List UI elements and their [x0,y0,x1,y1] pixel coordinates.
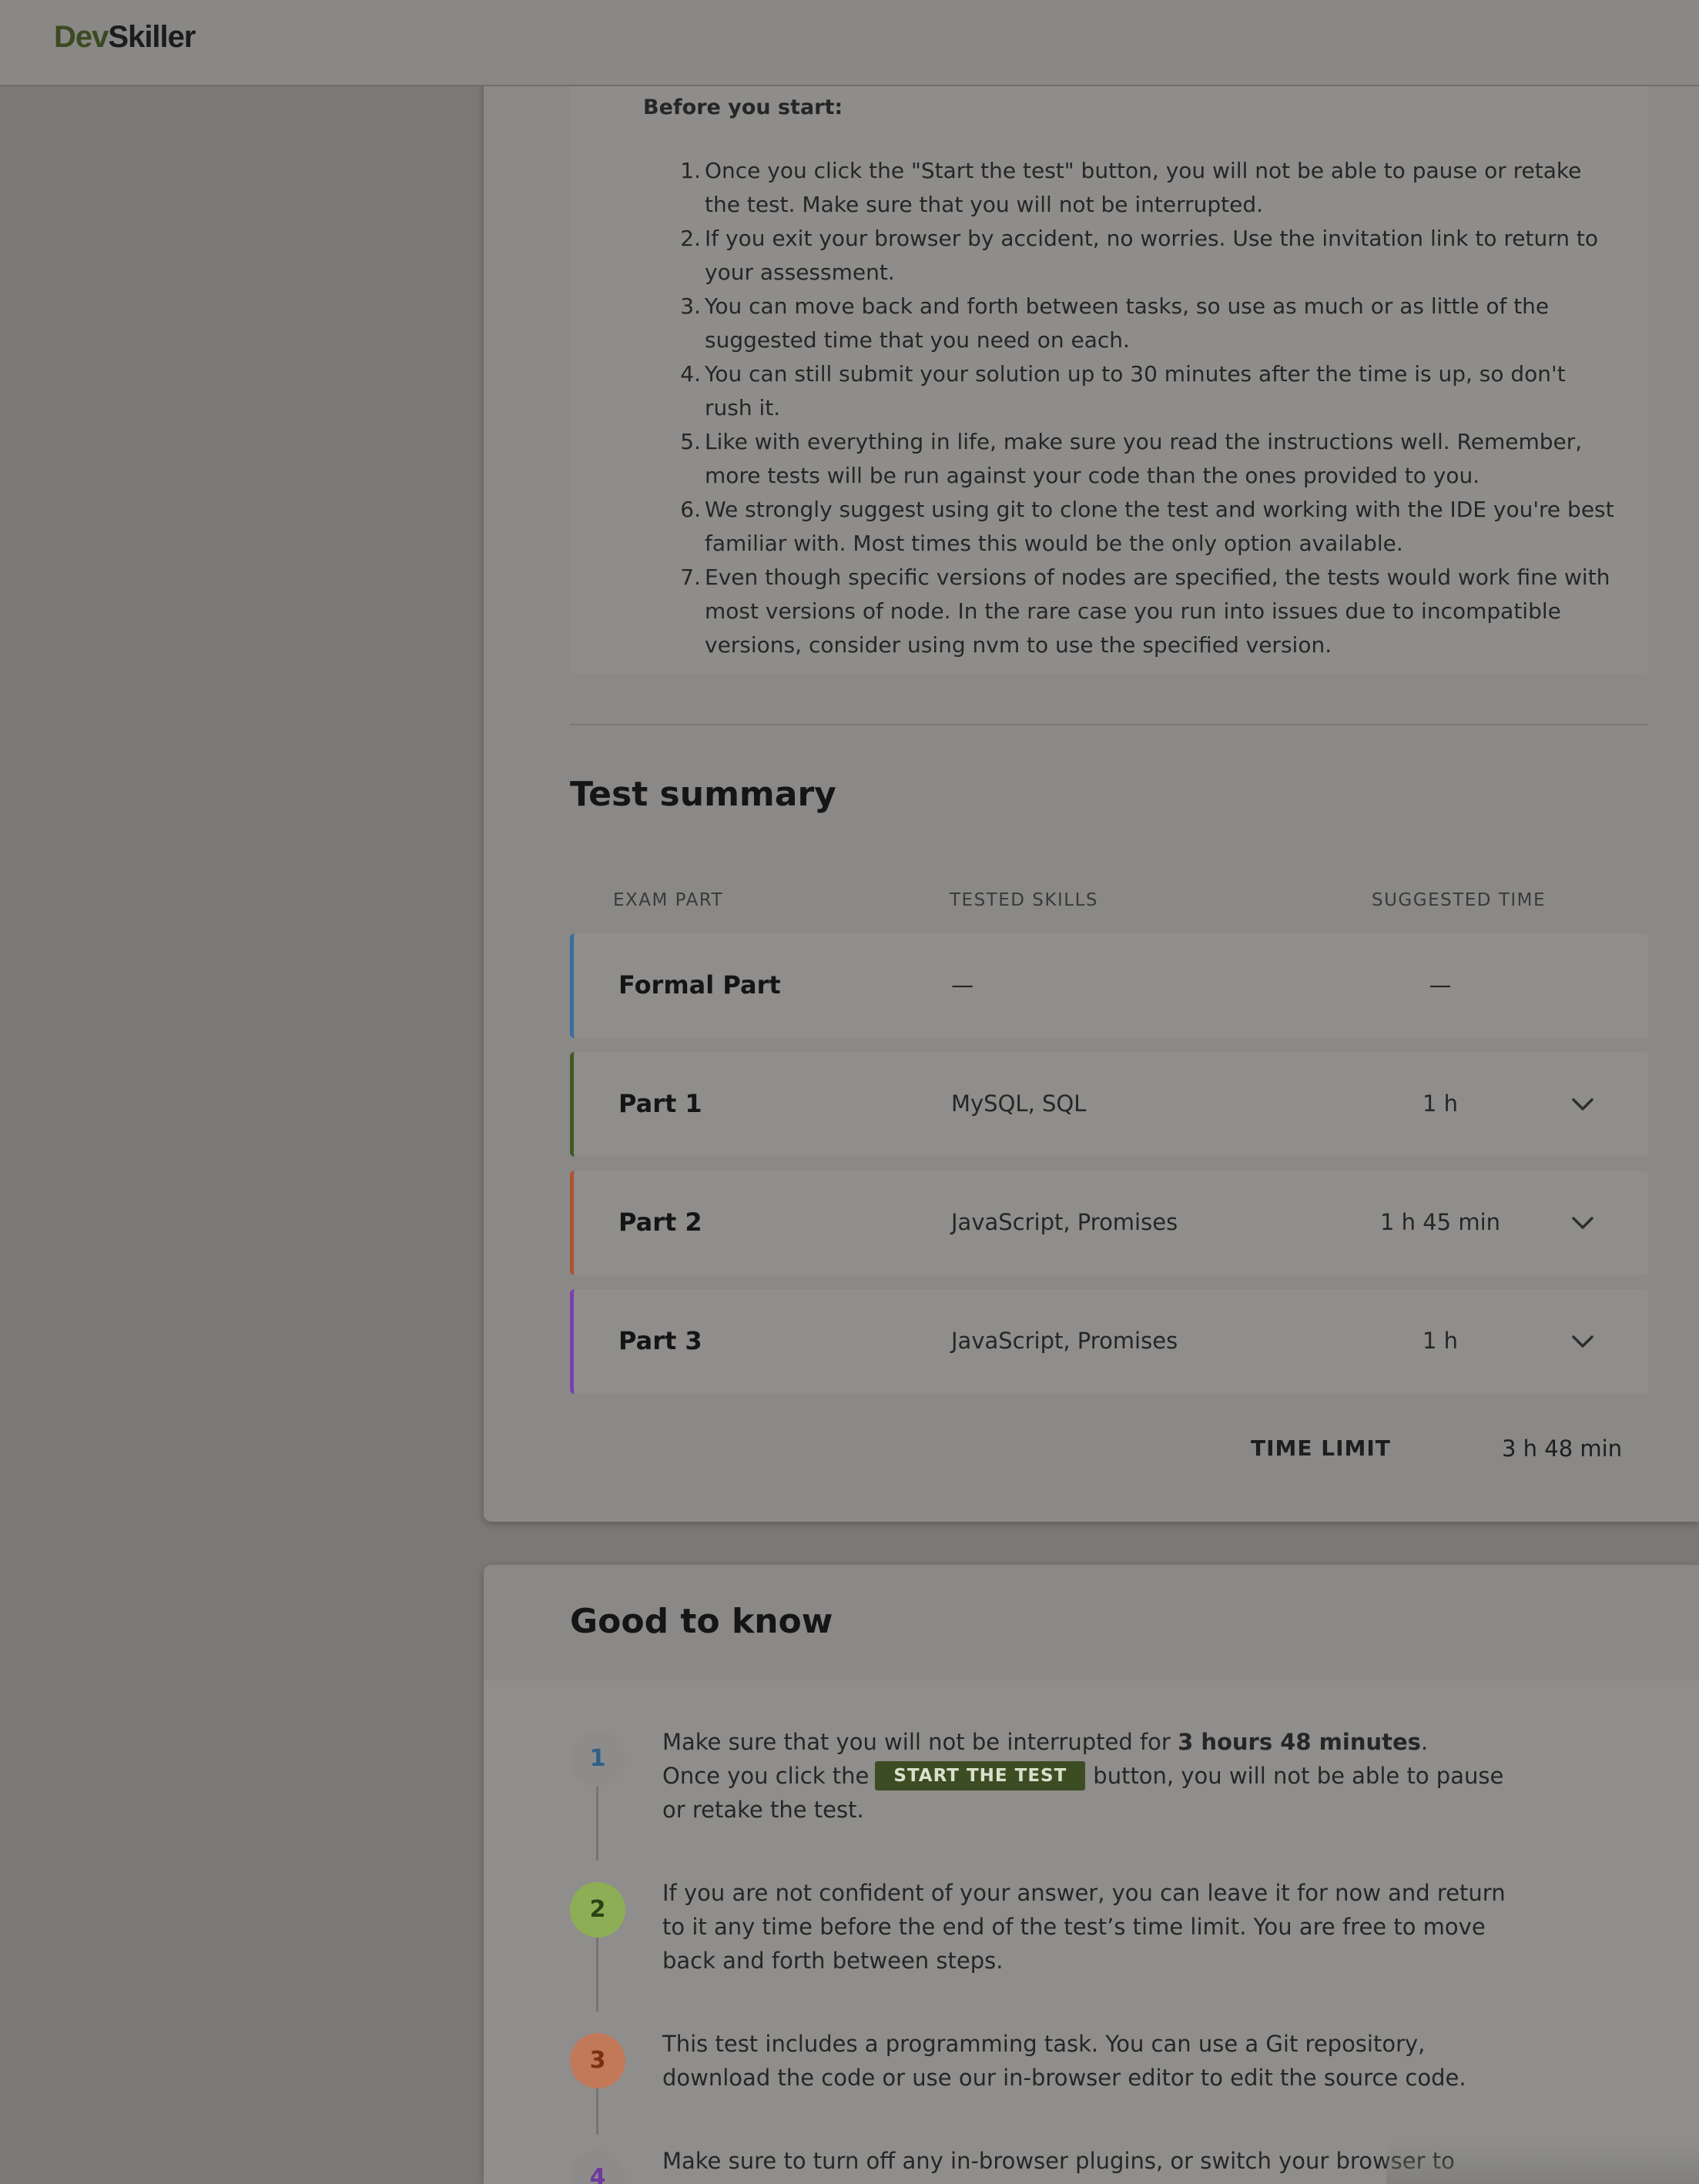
summary-row-part-1[interactable]: Part 1 MySQL, SQL 1 h [570,1052,1648,1157]
chevron-down-icon[interactable] [1567,1326,1598,1357]
suggested-time: 1 h [1422,1328,1459,1354]
step-number-2: 2 [570,1882,625,1938]
chevron-down-icon[interactable] [1567,1089,1598,1120]
list-item: 5. Like with everything in life, make sur… [680,429,1583,488]
chevron-down-icon[interactable] [1567,1208,1598,1238]
test-summary-title: Test summary [570,775,836,814]
section-divider [570,724,1648,725]
list-item: 6. We strongly suggest using git to clone… [680,497,1614,556]
step-text-2: If you are not confident of your answer,… [662,1880,1506,1974]
good-to-know-title: Good to know [570,1602,833,1641]
list-item: 3. You can move back and forth between ta… [680,293,1550,353]
exam-part-name: Part 1 [618,1089,702,1118]
exam-part-name: Part 2 [618,1208,702,1237]
instructions-list: 1. Once you click the "Start the test" bu… [670,154,1617,662]
devskiller-logo[interactable]: DevSkiller [54,20,196,55]
summary-row-part-3[interactable]: Part 3 JavaScript, Promises 1 h [570,1289,1648,1394]
step-text-3: This test includes a programming task. Y… [662,2031,1466,2091]
column-header-suggested-time: SUGGESTED TIME [1372,890,1547,910]
summary-row-part-2[interactable]: Part 2 JavaScript, Promises 1 h 45 min [570,1171,1648,1275]
instructions-title: Before you start: [643,95,843,119]
start-the-test-badge: START THE TEST [875,1761,1086,1790]
step-number-3: 3 [570,2033,625,2089]
tested-skills: JavaScript, Promises [951,1209,1178,1235]
list-item: 1. Once you click the "Start the test" bu… [680,158,1582,217]
suggested-time: 1 h 45 min [1379,1209,1501,1235]
exam-part-name: Formal Part [618,970,781,1000]
column-header-exam-part: EXAM PART [613,890,724,910]
column-header-tested-skills: TESTED SKILLS [950,890,1098,910]
summary-row-formal-part: Formal Part — — [570,933,1648,1038]
step-connector [596,1938,598,2011]
time-limit-label: TIME LIMIT [1251,1435,1391,1461]
list-item: 4. You can still submit your solution up … [680,361,1566,420]
suggested-time: — [1429,972,1452,998]
step-text-4: Make sure to turn off any in-browser plu… [662,2148,1455,2174]
suggested-time: 1 h [1422,1090,1459,1117]
step-connector [596,2089,598,2135]
step-connector [596,1787,598,1861]
step-number-1: 1 [570,1731,625,1787]
exam-part-name: Part 3 [618,1326,702,1355]
sidebar [0,86,484,2184]
step-text-1: Make sure that you will not be interrupt… [662,1729,1504,1823]
tested-skills: MySQL, SQL [951,1090,1087,1117]
bottom-shadow [1386,2141,1699,2184]
top-bar: DevSkiller [0,0,1699,86]
tested-skills: JavaScript, Promises [951,1328,1178,1354]
time-limit-value: 3 h 48 min [1502,1435,1623,1462]
tested-skills: — [951,972,973,998]
duration-highlight: 3 hours 48 minutes [1178,1729,1421,1755]
list-item: 2. If you exit your browser by accident, … [680,226,1599,285]
list-item: 7. Even though specific versions of nodes… [680,564,1610,658]
